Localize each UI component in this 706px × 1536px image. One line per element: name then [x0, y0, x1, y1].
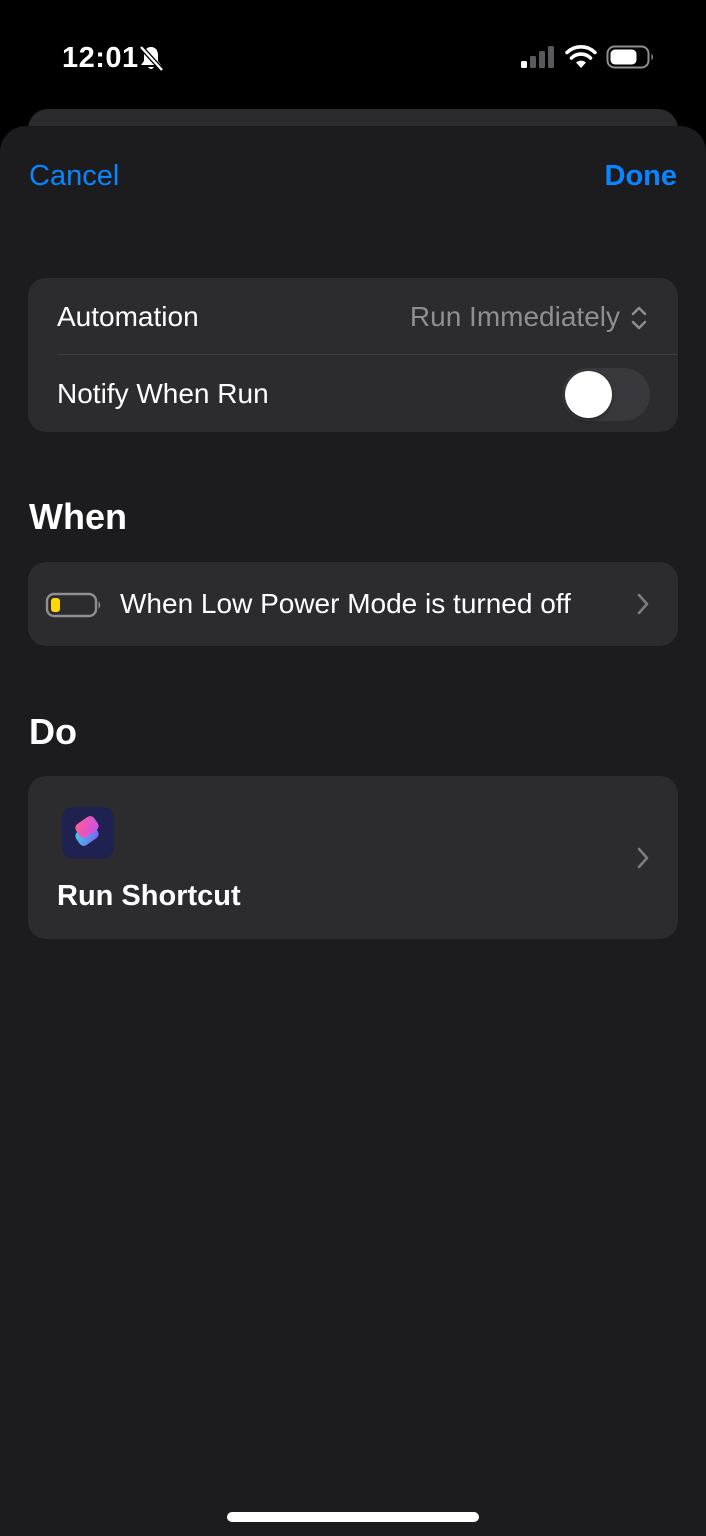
- automation-row[interactable]: Automation Run Immediately: [28, 278, 678, 355]
- battery-icon: [606, 45, 653, 69]
- battery-low-icon: [45, 592, 101, 618]
- cancel-button[interactable]: Cancel: [29, 156, 119, 196]
- action-label: Run Shortcut: [57, 880, 241, 912]
- automation-value[interactable]: Run Immediately: [410, 297, 620, 337]
- notify-toggle[interactable]: [562, 368, 650, 421]
- when-heading: When: [29, 496, 127, 537]
- action-row[interactable]: Run Shortcut: [28, 776, 678, 939]
- chevron-right-icon: [637, 593, 649, 615]
- notify-row: Notify When Run: [28, 355, 678, 432]
- signal-icon: [521, 46, 554, 68]
- trigger-label: When Low Power Mode is turned off: [120, 588, 571, 619]
- shortcuts-app-icon: [62, 807, 114, 859]
- screen: 12:01 Cancel Done Automation Run Immedia…: [0, 0, 706, 1536]
- settings-group: Automation Run Immediately Notify When R…: [28, 278, 678, 432]
- home-indicator[interactable]: [227, 1512, 479, 1522]
- bell-slash-icon: [139, 45, 164, 72]
- automation-label: Automation: [57, 301, 199, 332]
- do-heading: Do: [29, 711, 77, 752]
- chevron-right-icon: [637, 847, 649, 869]
- chevron-up-down-icon: [631, 306, 647, 330]
- wifi-icon: [565, 45, 597, 68]
- notify-label: Notify When Run: [57, 378, 269, 409]
- toggle-knob: [565, 371, 612, 418]
- status-time: 12:01: [62, 42, 139, 74]
- done-button[interactable]: Done: [605, 156, 678, 196]
- trigger-row[interactable]: When Low Power Mode is turned off: [28, 562, 678, 646]
